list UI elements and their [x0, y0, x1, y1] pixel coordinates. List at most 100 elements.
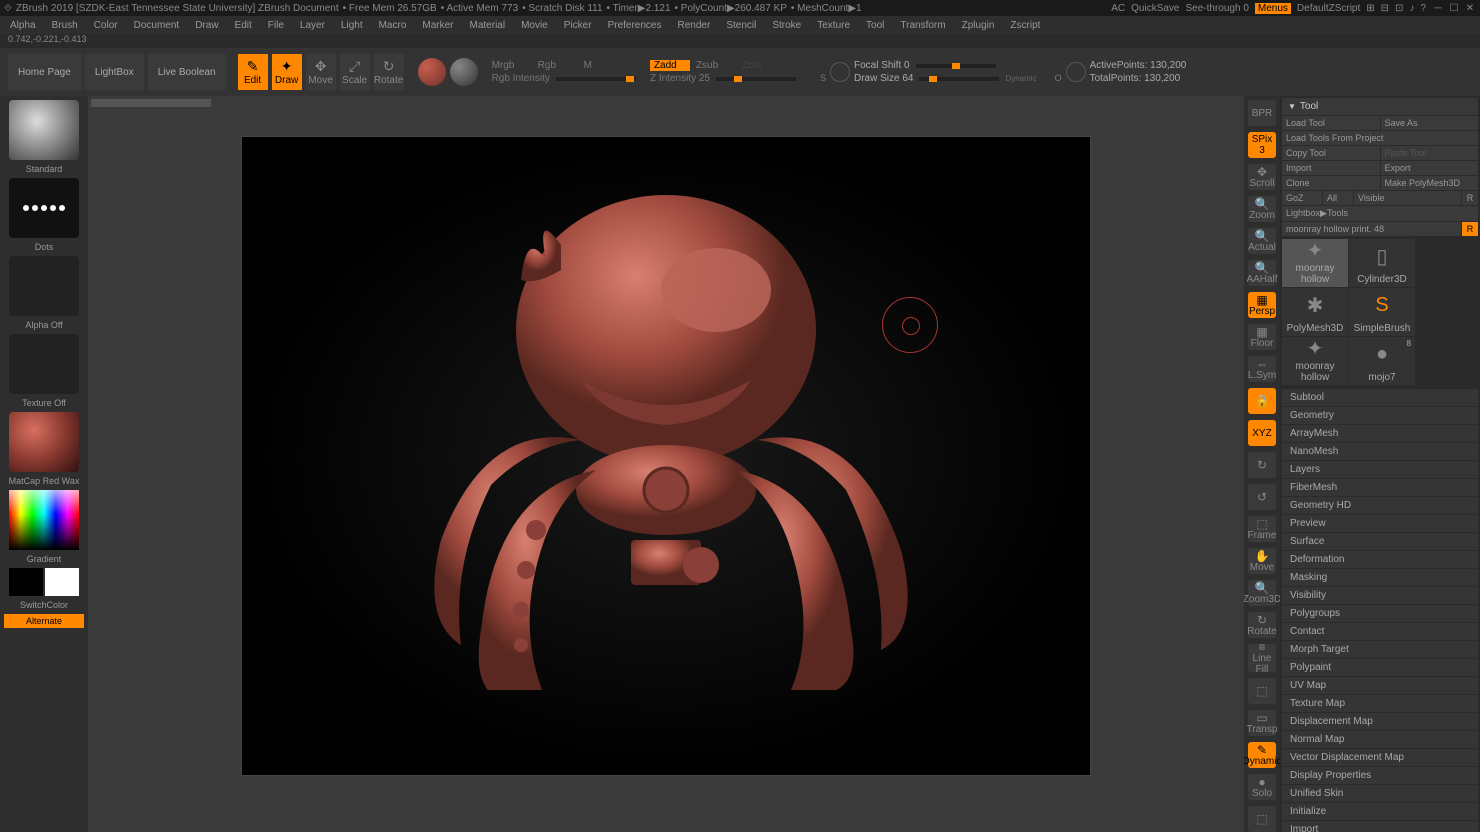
- mrgb-toggle[interactable]: Mrgb: [492, 60, 532, 71]
- linefill-button[interactable]: ≡Line Fill: [1248, 644, 1276, 672]
- document-canvas[interactable]: [241, 136, 1091, 776]
- switchcolor-button[interactable]: SwitchColor: [4, 598, 84, 612]
- menu-layer[interactable]: Layer: [294, 20, 331, 31]
- rrotate-button[interactable]: ↻Rotate: [1248, 612, 1276, 638]
- dynamic-label[interactable]: Dynamic: [1005, 74, 1036, 83]
- home-page-button[interactable]: Home Page: [8, 54, 81, 90]
- menu-draw[interactable]: Draw: [189, 20, 224, 31]
- section-initialize[interactable]: Initialize: [1282, 802, 1478, 820]
- scroll-button[interactable]: ✥Scroll: [1248, 164, 1276, 190]
- goz-visible-button[interactable]: Visible: [1354, 191, 1461, 205]
- draw-mode-button[interactable]: ✦Draw: [272, 54, 302, 90]
- brush-preview-tile[interactable]: [9, 100, 79, 160]
- m-toggle[interactable]: M: [584, 60, 624, 71]
- menu-transform[interactable]: Transform: [894, 20, 951, 31]
- gradient-label[interactable]: Gradient: [4, 552, 84, 566]
- menu-zplugin[interactable]: Zplugin: [956, 20, 1001, 31]
- rot2-button[interactable]: ↺: [1248, 484, 1276, 510]
- menu-marker[interactable]: Marker: [416, 20, 459, 31]
- tool-thumb-4[interactable]: ✦moonray hollow: [1282, 337, 1348, 385]
- goz-all-button[interactable]: All: [1323, 191, 1353, 205]
- rotate-mode-button[interactable]: ↻Rotate: [374, 54, 404, 90]
- save-as-button[interactable]: Save As: [1381, 116, 1479, 130]
- bpr-button[interactable]: BPR: [1248, 100, 1276, 126]
- lightbox-tools-button[interactable]: Lightbox▶Tools: [1282, 206, 1478, 221]
- section-display-properties[interactable]: Display Properties: [1282, 766, 1478, 784]
- live-boolean-button[interactable]: Live Boolean: [148, 54, 226, 90]
- focal-dial-icon[interactable]: [830, 62, 850, 82]
- lock-button[interactable]: 🔒: [1248, 388, 1276, 414]
- menu-picker[interactable]: Picker: [558, 20, 598, 31]
- section-contact[interactable]: Contact: [1282, 622, 1478, 640]
- section-deformation[interactable]: Deformation: [1282, 550, 1478, 568]
- import-button[interactable]: Import: [1282, 161, 1380, 175]
- quicksave-button[interactable]: QuickSave: [1131, 3, 1179, 14]
- alpha-tile[interactable]: [9, 256, 79, 316]
- rmove-button[interactable]: ✋Move: [1248, 548, 1276, 574]
- seethrough-slider[interactable]: See-through 0: [1186, 3, 1249, 14]
- copy-tool-button[interactable]: Copy Tool: [1282, 146, 1380, 160]
- tool-name-field[interactable]: moonray hollow print. 48: [1282, 222, 1461, 236]
- paste-tool-button[interactable]: Paste Tool: [1381, 146, 1479, 160]
- actual-button[interactable]: 🔍Actual: [1248, 228, 1276, 254]
- goz-button[interactable]: GoZ: [1282, 191, 1322, 205]
- alternate-button[interactable]: Alternate: [4, 614, 84, 628]
- xyz-button[interactable]: XYZ: [1248, 420, 1276, 446]
- zcut-toggle[interactable]: Zcut: [742, 60, 782, 71]
- menu-zscript[interactable]: Zscript: [1004, 20, 1046, 31]
- minimize-icon[interactable]: ─: [1432, 3, 1444, 14]
- menu-edit[interactable]: Edit: [229, 20, 258, 31]
- pf-button[interactable]: ⬚: [1248, 678, 1276, 704]
- tool-thumb-1[interactable]: ▯Cylinder3D: [1349, 239, 1415, 287]
- default-zscript-button[interactable]: DefaultZScript: [1297, 3, 1360, 14]
- tool-thumb-3[interactable]: SSimpleBrush: [1349, 288, 1415, 336]
- menu-preferences[interactable]: Preferences: [602, 20, 668, 31]
- section-geometry[interactable]: Geometry: [1282, 406, 1478, 424]
- floor-button[interactable]: ▦Floor: [1248, 324, 1276, 350]
- load-tool-button[interactable]: Load Tool: [1282, 116, 1380, 130]
- gradient-sphere-icon[interactable]: [450, 58, 478, 86]
- frame-button[interactable]: ⬚Frame: [1248, 516, 1276, 542]
- tool-thumb-2[interactable]: ✱PolyMesh3D: [1282, 288, 1348, 336]
- maximize-icon[interactable]: ☐: [1448, 3, 1460, 14]
- menu-alpha[interactable]: Alpha: [4, 20, 42, 31]
- menu-brush[interactable]: Brush: [46, 20, 84, 31]
- menu-texture[interactable]: Texture: [811, 20, 856, 31]
- last-button[interactable]: ⬚: [1248, 806, 1276, 832]
- section-subtool[interactable]: Subtool: [1282, 388, 1478, 406]
- make-polymesh3d-button[interactable]: Make PolyMesh3D: [1381, 176, 1479, 190]
- section-texture-map[interactable]: Texture Map: [1282, 694, 1478, 712]
- rot1-button[interactable]: ↻: [1248, 452, 1276, 478]
- section-import[interactable]: Import: [1282, 820, 1478, 832]
- section-morph-target[interactable]: Morph Target: [1282, 640, 1478, 658]
- section-fibermesh[interactable]: FiberMesh: [1282, 478, 1478, 496]
- menu-file[interactable]: File: [262, 20, 290, 31]
- section-polygroups[interactable]: Polygroups: [1282, 604, 1478, 622]
- menu-color[interactable]: Color: [88, 20, 124, 31]
- goz-r-button[interactable]: R: [1462, 191, 1478, 205]
- section-visibility[interactable]: Visibility: [1282, 586, 1478, 604]
- section-nanomesh[interactable]: NanoMesh: [1282, 442, 1478, 460]
- section-preview[interactable]: Preview: [1282, 514, 1478, 532]
- points-dial-icon[interactable]: [1066, 62, 1086, 82]
- export-button[interactable]: Export: [1381, 161, 1479, 175]
- zoom3d-button[interactable]: 🔍Zoom3D: [1248, 580, 1276, 606]
- lightbox-button[interactable]: LightBox: [85, 54, 144, 90]
- tool-thumb-0[interactable]: ✦moonray hollow: [1282, 239, 1348, 287]
- section-uv-map[interactable]: UV Map: [1282, 676, 1478, 694]
- tool-r-button[interactable]: R: [1462, 222, 1478, 236]
- menu-render[interactable]: Render: [672, 20, 717, 31]
- menu-macro[interactable]: Macro: [373, 20, 413, 31]
- section-surface[interactable]: Surface: [1282, 532, 1478, 550]
- menu-material[interactable]: Material: [464, 20, 512, 31]
- material-tile[interactable]: [9, 412, 79, 472]
- section-vector-displacement-map[interactable]: Vector Displacement Map: [1282, 748, 1478, 766]
- scale-mode-button[interactable]: ⤢Scale: [340, 54, 370, 90]
- rgb-toggle[interactable]: Rgb: [538, 60, 578, 71]
- tool-panel-header[interactable]: ▼Tool: [1282, 98, 1478, 115]
- section-displacement-map[interactable]: Displacement Map: [1282, 712, 1478, 730]
- zsub-toggle[interactable]: Zsub: [696, 60, 736, 71]
- color-picker[interactable]: [9, 490, 79, 550]
- clone-button[interactable]: Clone: [1282, 176, 1380, 190]
- dynamic-button[interactable]: ✎Dynamic: [1248, 742, 1276, 768]
